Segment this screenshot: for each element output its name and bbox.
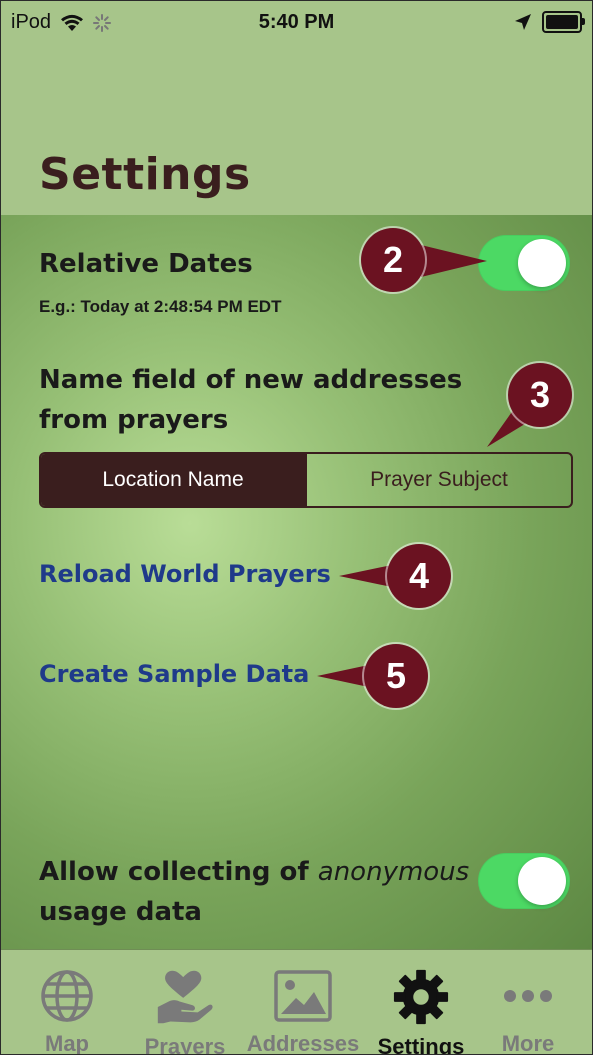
toggle-knob [518,239,566,287]
globe-icon [41,969,93,1022]
app-screen: iPod 5:40 PM Settings Relative Dates E.g… [0,0,593,1055]
tab-prayers-label: Prayers [144,1034,226,1055]
create-sample-data-link[interactable]: Create Sample Data [39,660,309,688]
image-icon [274,969,332,1022]
tab-settings[interactable]: Settings [362,950,480,1055]
gear-icon [393,969,449,1025]
callout-badge-3: 3 [508,363,572,427]
tab-prayers[interactable]: Prayers [126,950,244,1055]
tab-map[interactable]: Map [8,950,126,1055]
anonymous-usage-toggle[interactable] [478,853,570,909]
name-field-segmented-control: Location Name Prayer Subject [39,452,573,508]
anonymous-usage-label-prefix: Allow collecting of [39,857,318,887]
relative-dates-example: E.g.: Today at 2:48:54 PM EDT [39,297,282,316]
page-title: Settings [39,149,251,200]
status-time: 5:40 PM [258,11,335,33]
callout-badge-2: 2 [361,228,425,292]
battery-icon [542,11,585,33]
anonymous-usage-label-italic: anonymous [317,857,470,887]
nav-header: Settings [1,45,592,216]
status-right [514,11,585,33]
tab-more[interactable]: More [469,950,587,1055]
location-arrow-icon [515,14,531,30]
status-bar: iPod 5:40 PM [1,1,592,45]
anonymous-usage-label-line2: usage data [39,897,202,927]
tab-map-label: Map [45,1031,89,1055]
callout-badge-5: 5 [364,644,428,708]
callout-badge-4: 4 [387,544,451,608]
tab-bar: Map Prayers Addresses Settings More [1,949,592,1055]
segment-location-name[interactable]: Location Name [41,454,305,506]
reload-world-prayers-link[interactable]: Reload World Prayers [39,560,331,588]
tab-addresses-label: Addresses [246,1031,360,1055]
tab-more-label: More [501,1031,555,1055]
relative-dates-toggle[interactable] [478,235,570,291]
tab-addresses[interactable]: Addresses [244,950,362,1055]
callout-arrow-2 [421,245,487,277]
hand-heart-icon [157,970,213,1024]
segment-prayer-subject[interactable]: Prayer Subject [305,454,571,506]
name-field-label-line1: Name field of new addresses [39,365,463,395]
ellipsis-icon [504,989,552,1002]
tab-settings-label: Settings [377,1034,465,1055]
toggle-knob [518,857,566,905]
anonymous-usage-label-line1: Allow collecting of anonymous [39,857,469,887]
relative-dates-label: Relative Dates [39,249,253,279]
name-field-label-line2: from prayers [39,405,229,435]
settings-content: Relative Dates E.g.: Today at 2:48:54 PM… [1,215,592,949]
